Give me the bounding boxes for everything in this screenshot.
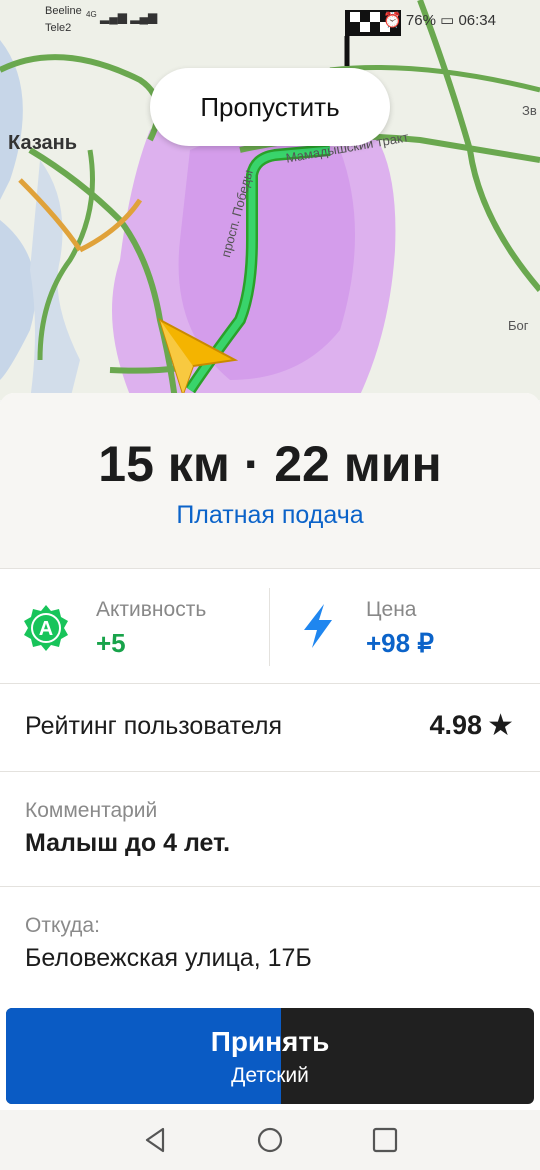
activity-badge-letter: A (39, 618, 53, 640)
stats-row: A Активность +5 Цена +98 ₽ (0, 568, 540, 684)
map-place-label: Зв (522, 103, 537, 118)
activity-badge-icon: A (24, 605, 68, 651)
battery-percent: 76% (405, 12, 436, 29)
back-icon[interactable] (141, 1126, 169, 1154)
home-icon[interactable] (256, 1126, 284, 1154)
accept-button[interactable]: Принять Детский (6, 1008, 534, 1104)
recents-icon[interactable] (371, 1126, 399, 1154)
lightning-icon (304, 604, 332, 648)
alarm-icon: ⏰ (383, 12, 402, 29)
status-bar: Beeline Tele2 4G ▂▄▆ ▂▄▆ ⏰ 76% ▭ 06:34 (0, 0, 540, 40)
comment-value: Малыш до 4 лет. (25, 829, 231, 857)
system-nav-bar (0, 1110, 540, 1170)
trip-summary: 15 км · 22 мин Платная подача (0, 393, 540, 569)
activity-value: +5 (96, 628, 126, 658)
pickup-address-row: Откуда: Беловежская улица, 17Б (0, 886, 540, 996)
network-type: 4G (86, 10, 97, 19)
navigation-arrow-icon (158, 318, 239, 398)
price-label: Цена (366, 598, 417, 621)
skip-button[interactable]: Пропустить (150, 68, 390, 146)
price-value: +98 ₽ (366, 628, 434, 658)
carrier-2: Tele2 (45, 22, 72, 34)
comment-row: Комментарий Малыш до 4 лет. (0, 771, 540, 887)
map-city-label: Казань (8, 132, 77, 154)
from-label: Откуда: (25, 914, 100, 937)
paid-pickup-link[interactable]: Платная подача (0, 501, 540, 530)
battery-icon: ▭ (440, 12, 455, 29)
price-stat[interactable]: Цена +98 ₽ (270, 568, 540, 683)
accept-subtitle: Детский (231, 1064, 309, 1087)
status-right: ⏰ 76% ▭ 06:34 (383, 11, 496, 29)
star-icon: ★ (487, 709, 514, 742)
map-graphics (0, 0, 540, 400)
activity-stat[interactable]: A Активность +5 (0, 568, 270, 683)
signal-icon: 4G ▂▄▆ ▂▄▆ (86, 10, 158, 24)
map-view[interactable]: Beeline Tele2 4G ▂▄▆ ▂▄▆ ⏰ 76% ▭ 06:34 К… (0, 0, 540, 400)
accept-title: Принять (210, 1026, 330, 1057)
user-rating-row: Рейтинг пользователя 4.98 ★ (0, 683, 540, 772)
activity-label: Активность (96, 598, 207, 621)
rating-label: Рейтинг пользователя (25, 712, 283, 740)
comment-label: Комментарий (25, 799, 158, 822)
distance-time: 15 км · 22 мин (98, 436, 442, 492)
from-address: Беловежская улица, 17Б (25, 944, 312, 972)
stats-divider (269, 588, 270, 666)
clock: 06:34 (458, 12, 496, 29)
carrier-1: Beeline (45, 5, 82, 17)
map-place-label: Бог (508, 318, 529, 333)
rating-value: 4.98 (429, 710, 482, 740)
